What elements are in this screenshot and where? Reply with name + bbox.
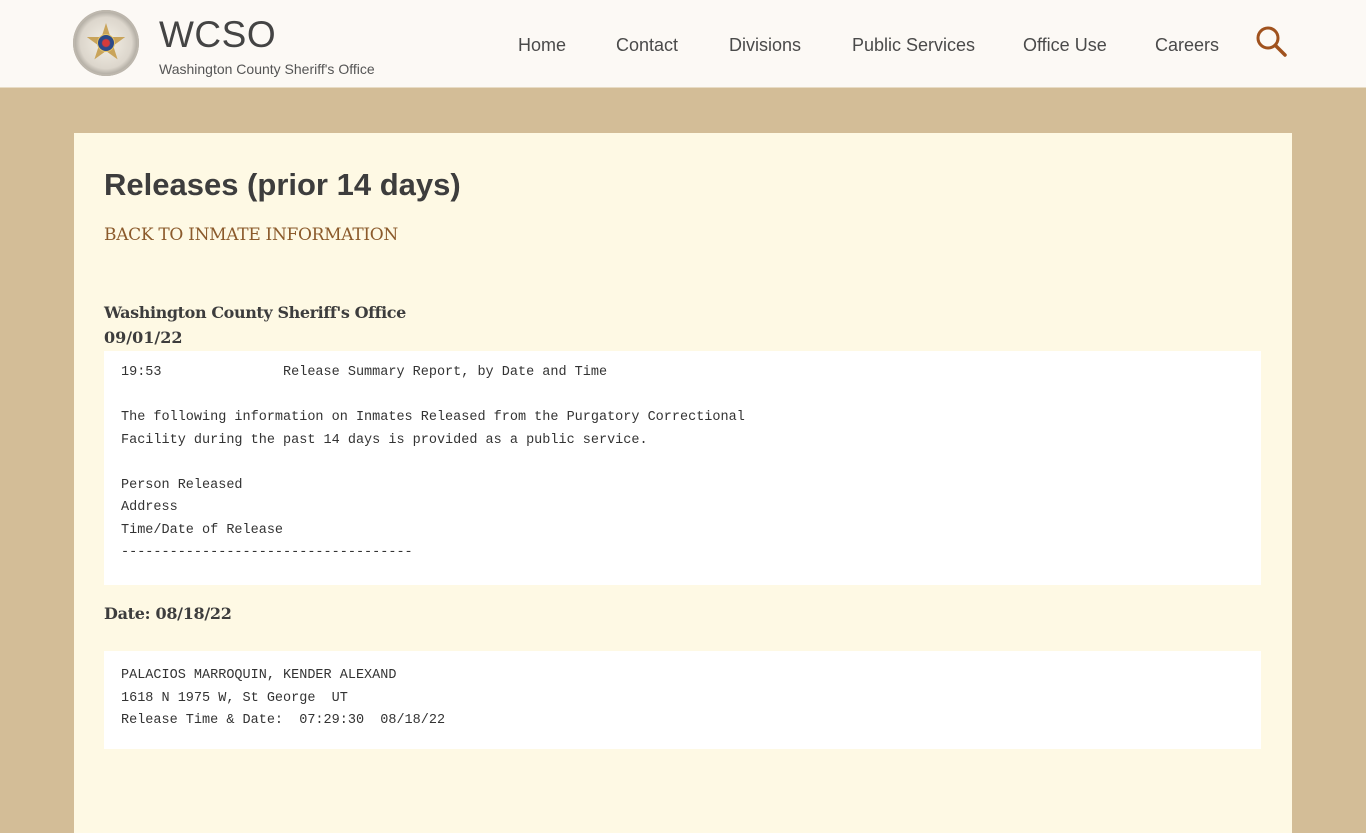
nav-office-use[interactable]: Office Use — [1023, 35, 1107, 56]
report-line: ------------------------------------ — [121, 545, 413, 560]
report-line: Address — [121, 500, 178, 515]
search-icon — [1256, 26, 1287, 57]
report-line — [121, 385, 1244, 408]
release-date-heading: Date: 08/18/22 — [104, 604, 232, 623]
release-person-name: PALACIOS MARROQUIN, KENDER ALEXAND — [121, 668, 397, 683]
report-header-block: 19:53 Release Summary Report, by Date an… — [104, 351, 1261, 585]
back-to-inmate-information-link[interactable]: BACK TO INMATE INFORMATION — [104, 225, 398, 245]
release-time-date: Release Time & Date: 07:29:30 08/18/22 — [121, 713, 446, 728]
report-line — [121, 452, 1244, 475]
sheriff-badge-logo[interactable] — [73, 10, 139, 76]
release-record: PALACIOS MARROQUIN, KENDER ALEXAND 1618 … — [104, 651, 1261, 749]
report-line: 19:53 Release Summary Report, by Date an… — [121, 365, 608, 380]
report-date: 09/01/22 — [104, 328, 183, 347]
report-line: Facility during the past 14 days is prov… — [121, 432, 648, 448]
report-line: The following information on Inmates Rel… — [121, 410, 745, 425]
nav-public-services[interactable]: Public Services — [852, 35, 975, 56]
badge-seal-icon — [97, 34, 115, 52]
brand-subtitle: Washington County Sheriff's Office — [159, 61, 375, 77]
report-line: Time/Date of Release — [121, 522, 284, 538]
nav-contact[interactable]: Contact — [616, 35, 678, 56]
content-panel: Releases (prior 14 days) BACK TO INMATE … — [74, 133, 1292, 833]
brand-title[interactable]: WCSO — [159, 14, 276, 56]
release-address: 1618 N 1975 W, St George UT — [121, 690, 348, 706]
report-line: Person Released — [121, 477, 243, 493]
nav-careers[interactable]: Careers — [1155, 35, 1219, 56]
nav-divisions[interactable]: Divisions — [729, 35, 801, 56]
site-header: WCSO Washington County Sheriff's Office … — [0, 0, 1366, 88]
page-title: Releases (prior 14 days) — [104, 167, 461, 202]
search-button[interactable] — [1255, 25, 1289, 59]
report-org-name: Washington County Sheriff's Office — [104, 303, 406, 322]
nav-home[interactable]: Home — [518, 35, 566, 56]
